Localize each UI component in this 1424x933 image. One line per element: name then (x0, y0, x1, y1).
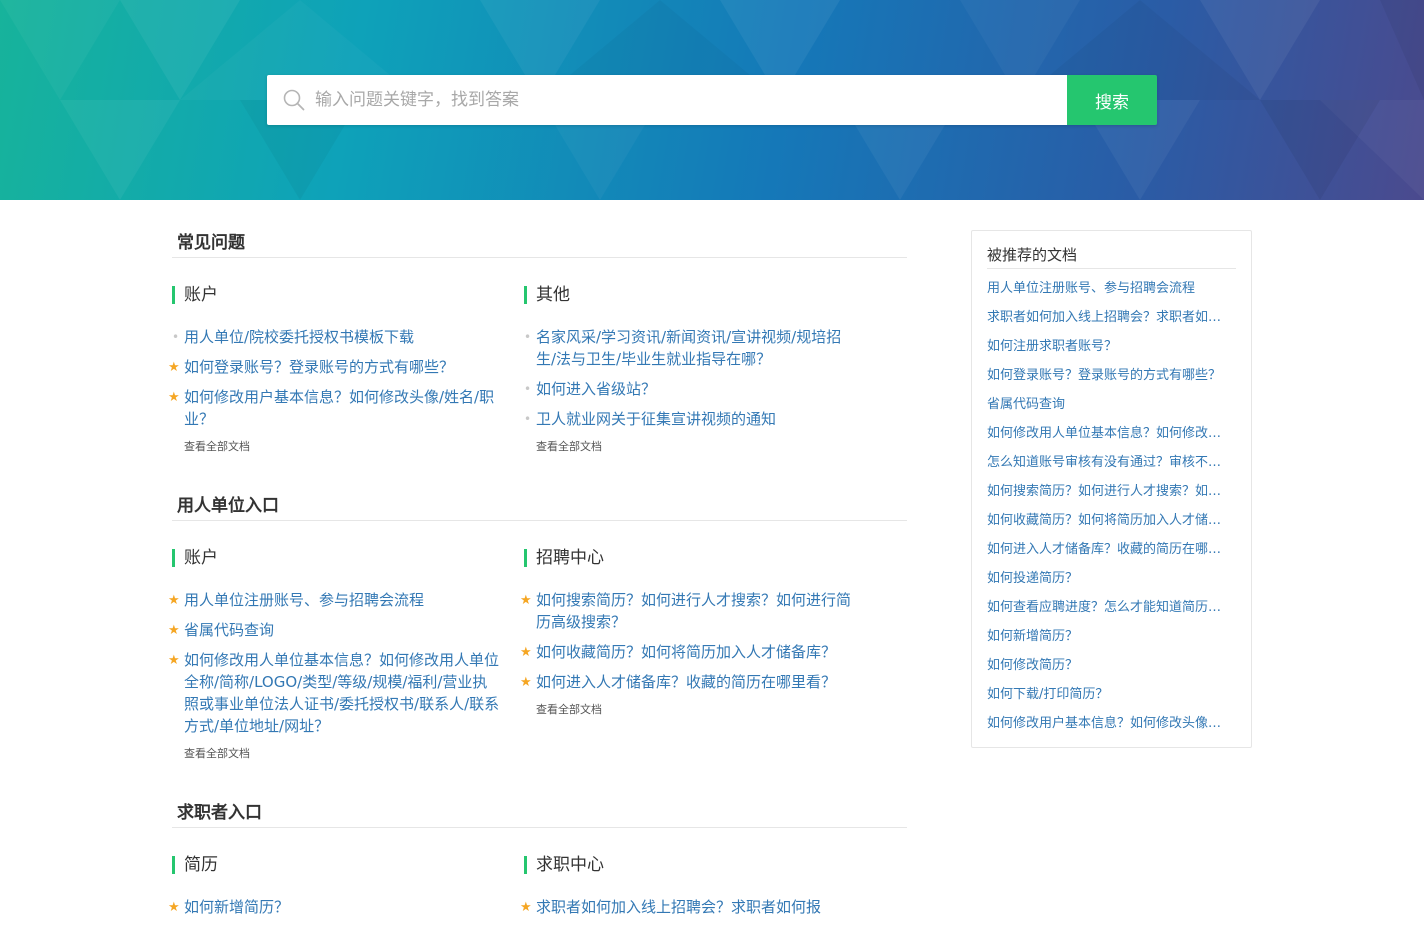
recommended-doc-link[interactable]: 如何新增简历？ (987, 627, 1225, 656)
section-faq: 常见问题 账户 用人单位/院校委托授权书模板下载 ★ 如何登录账号？登录账号的方式… (168, 200, 907, 454)
doc-link[interactable]: 名家风采/学习资讯/新闻资讯/宣讲视频/规培招生/法与卫生/毕业生就业指导在哪？ (524, 326, 854, 370)
view-all-docs-link[interactable]: 查看全部文档 (172, 438, 524, 454)
doc-link[interactable]: 卫人就业网关于征集宣讲视频的通知 (524, 408, 854, 430)
section-title: 求职者入口 (172, 770, 907, 828)
doc-link[interactable]: 用人单位/院校委托授权书模板下载 (172, 326, 502, 348)
recommended-doc-link[interactable]: 如何收藏简历？如何将简历加入人才储备库？ (987, 511, 1225, 540)
star-icon: ★ (520, 675, 532, 690)
doc-link-text: 如何修改用户基本信息？如何修改头像/姓名/职业？ (184, 388, 495, 428)
category-title: 招聘中心 (524, 549, 907, 567)
category-account: 账户 用人单位/院校委托授权书模板下载 ★如何登录账号？登录账号的方式有哪些？ … (168, 286, 524, 454)
recommended-doc-link[interactable]: 省属代码查询 (987, 395, 1225, 424)
recommended-doc-link[interactable]: 如何修改用人单位基本信息？如何修改用人单位全称 (987, 424, 1225, 453)
recommended-docs-title: 被推荐的文档 (987, 231, 1236, 269)
doc-link-text: 如何登录账号？登录账号的方式有哪些？ (184, 358, 455, 376)
search-button[interactable]: 搜索 (1067, 75, 1157, 125)
section-title: 用人单位入口 (172, 463, 907, 521)
doc-link[interactable]: ★ 求职者如何加入线上招聘会？求职者如何报 (520, 896, 854, 918)
search-box[interactable] (267, 75, 1067, 125)
doc-link[interactable]: ★ 如何修改用户基本信息？如何修改头像/姓名/职业？ (168, 386, 502, 430)
recommended-doc-link[interactable]: 怎么知道账号审核有没有通过？审核不通过怎么办 (987, 453, 1225, 482)
doc-link[interactable]: ★ 如何搜索简历？如何进行人才搜索？如何进行简历高级搜索？ (520, 589, 854, 633)
category-recruit-center: 招聘中心 ★ 如何搜索简历？如何进行人才搜索？如何进行简历高级搜索？ ★ 如何收藏简… (520, 549, 907, 761)
category-account: 账户 ★ 用人单位注册账号、参与招聘会流程 ★ 省属代码查询 ★ 如何修改用人单位基本… (168, 549, 524, 761)
doc-link-text: 用人单位注册账号、参与招聘会流程 (184, 591, 425, 609)
search-icon (283, 88, 307, 112)
hero-banner: 搜索 (0, 0, 1424, 200)
section-employer: 用人单位入口 账户 ★ 用人单位注册账号、参与招聘会流程 ★ 省属代码查询 ★ 如何修… (168, 463, 907, 761)
category-title: 求职中心 (524, 856, 907, 874)
recommended-doc-link[interactable]: 用人单位注册账号、参与招聘会流程 (987, 279, 1225, 308)
category-other: 其他 名家风采/学习资讯/新闻资讯/宣讲视频/规培招生/法与卫生/毕业生就业指导… (524, 286, 907, 454)
doc-link[interactable]: ★ 如何登录账号？登录账号的方式有哪些？ (168, 356, 502, 378)
star-icon: ★ (168, 623, 180, 638)
doc-link-text: 如何修改用人单位基本信息？如何修改用人单位全称/简称/LOGO/类型/等级/规模… (184, 651, 500, 735)
recommended-doc-link[interactable]: 如何投递简历？ (987, 569, 1225, 598)
star-icon: ★ (520, 593, 532, 608)
doc-link-text: 如何收藏简历？如何将简历加入人才储备库？ (536, 643, 837, 661)
search-bar: 搜索 (267, 75, 1157, 125)
star-icon: ★ (168, 593, 180, 608)
category-title: 简历 (172, 856, 524, 874)
doc-link-text: 卫人就业网关于征集宣讲视频的通知 (536, 410, 777, 428)
recommended-doc-link[interactable]: 如何下载/打印简历？ (987, 685, 1225, 714)
doc-link[interactable]: ★ 如何进入人才储备库？收藏的简历在哪里看？ (520, 671, 854, 693)
doc-link[interactable]: ★ 如何新增简历？ (168, 896, 502, 918)
recommended-doc-link[interactable]: 如何搜索简历？如何进行人才搜索？如何进行简历 (987, 482, 1225, 511)
category-title: 账户 (172, 549, 524, 567)
star-icon: ★ (168, 390, 180, 405)
star-icon: ★ (520, 645, 532, 660)
doc-link-text: 如何新增简历？ (184, 898, 290, 916)
category-job-center: 求职中心 ★ 求职者如何加入线上招聘会？求职者如何报 (520, 856, 907, 926)
recommended-doc-link[interactable]: 如何登录账号？登录账号的方式有哪些？ (987, 366, 1225, 395)
main-content: 常见问题 账户 用人单位/院校委托授权书模板下载 ★ 如何登录账号？登录账号的方式… (168, 200, 907, 926)
doc-link-text: 名家风采/学习资讯/新闻资讯/宣讲视频/规培招生/法与卫生/毕业生就业指导在哪？ (536, 328, 842, 368)
category-title: 账户 (172, 286, 524, 304)
search-input[interactable] (315, 76, 1067, 124)
star-icon: ★ (520, 900, 532, 915)
doc-link-text: 用人单位/院校委托授权书模板下载 (184, 328, 415, 346)
section-title: 常见问题 (172, 200, 907, 258)
doc-link[interactable]: ★ 如何收藏简历？如何将简历加入人才储备库？ (520, 641, 854, 663)
view-all-docs-link[interactable]: 查看全部文档 (524, 701, 907, 717)
category-resume: 简历 ★ 如何新增简历？ (168, 856, 524, 926)
doc-link-text: 如何进入人才储备库？收藏的简历在哪里看？ (536, 673, 837, 691)
recommended-doc-link[interactable]: 如何注册求职者账号？ (987, 337, 1225, 366)
star-icon: ★ (168, 653, 180, 668)
recommended-doc-link[interactable]: 如何进入人才储备库？收藏的简历在哪里看？ (987, 540, 1225, 569)
doc-link[interactable]: ★ 省属代码查询 (168, 619, 502, 641)
doc-link-text: 如何进入省级站？ (536, 380, 657, 398)
view-all-docs-link[interactable]: 查看全部文档 (172, 745, 524, 761)
recommended-doc-link[interactable]: 如何修改用户基本信息？如何修改头像/姓名/职业？ (987, 714, 1225, 743)
view-all-docs-link[interactable]: 查看全部文档 (524, 438, 907, 454)
category-title: 其他 (524, 286, 907, 304)
star-icon: ★ (168, 900, 180, 915)
doc-link-text: 求职者如何加入线上招聘会？求职者如何报 (536, 898, 822, 916)
recommended-doc-link[interactable]: 如何修改简历？ (987, 656, 1225, 685)
star-icon: ★ (168, 360, 180, 375)
doc-link-text: 如何搜索简历？如何进行人才搜索？如何进行简历高级搜索？ (536, 591, 852, 631)
doc-link-text: 省属代码查询 (184, 621, 275, 639)
recommended-doc-link[interactable]: 求职者如何加入线上招聘会？求职者如何报名招聘会 (987, 308, 1225, 337)
doc-link[interactable]: ★ 用人单位注册账号、参与招聘会流程 (168, 589, 502, 611)
section-jobseeker: 求职者入口 简历 ★ 如何新增简历？ 求职中心 ★ 求职者如何加入线上招聘会？求职者… (168, 770, 907, 926)
doc-link[interactable]: ★ 如何修改用人单位基本信息？如何修改用人单位全称/简称/LOGO/类型/等级/规… (168, 649, 502, 737)
recommended-docs-panel: 被推荐的文档 用人单位注册账号、参与招聘会流程 求职者如何加入线上招聘会？求职者… (971, 230, 1252, 748)
doc-link[interactable]: 如何进入省级站？ (524, 378, 854, 400)
recommended-doc-link[interactable]: 如何查看应聘进度？怎么才能知道简历被查看 (987, 598, 1225, 627)
